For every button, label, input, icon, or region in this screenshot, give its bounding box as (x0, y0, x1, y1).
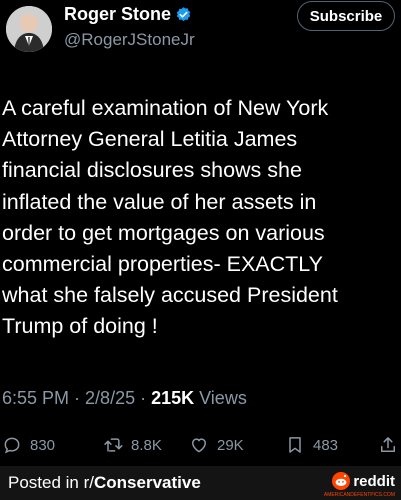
share-button[interactable] (378, 435, 398, 455)
reddit-wordmark: reddit (353, 472, 395, 490)
repost-button[interactable]: 8.8K (103, 435, 162, 455)
verified-badge-icon (176, 7, 191, 22)
meta-separator: · (74, 388, 81, 408)
subreddit-name: Conservative (94, 473, 201, 492)
posted-in-label[interactable]: Posted in r/Conservative (8, 473, 201, 493)
reddit-logo: reddit AMERICANDEFENTPICS.COM (324, 472, 395, 498)
user-handle[interactable]: @RogerJStoneJr (64, 30, 195, 50)
like-button[interactable]: 29K (189, 435, 244, 455)
meta-separator: · (140, 388, 147, 408)
heart-icon (192, 438, 206, 453)
posted-prefix: Posted in r/ (8, 473, 94, 492)
action-bar: 830 8.8K 29K 483 (0, 435, 401, 457)
avatar[interactable] (6, 6, 52, 52)
reddit-icon (332, 472, 351, 490)
views-count: 215K (151, 388, 195, 408)
reddit-footer: Posted in r/Conservative reddit AMERICAN… (0, 466, 401, 500)
reply-button[interactable]: 830 (2, 435, 55, 455)
views-label: Views (199, 388, 247, 408)
repost-icon (104, 438, 123, 452)
subscribe-button[interactable]: Subscribe (297, 1, 395, 31)
reply-icon (4, 437, 20, 454)
share-icon (381, 437, 395, 452)
reply-count: 830 (30, 436, 56, 454)
tweet-meta: 6:55 PM · 2/8/25 · 215K Views (2, 388, 247, 409)
bookmark-count: 483 (313, 436, 339, 454)
display-name[interactable]: Roger Stone (64, 4, 171, 25)
bookmark-icon (289, 437, 301, 453)
watermark-text: AMERICANDEFENTPICS.COM (323, 492, 395, 498)
tweet-time[interactable]: 6:55 PM (2, 388, 69, 409)
bookmark-button[interactable]: 483 (285, 435, 338, 455)
like-count: 29K (217, 436, 244, 454)
repost-count: 8.8K (131, 436, 162, 454)
tweet-text: A careful examination of New York Attorn… (2, 96, 338, 339)
tweet-date[interactable]: 2/8/25 (85, 388, 135, 409)
